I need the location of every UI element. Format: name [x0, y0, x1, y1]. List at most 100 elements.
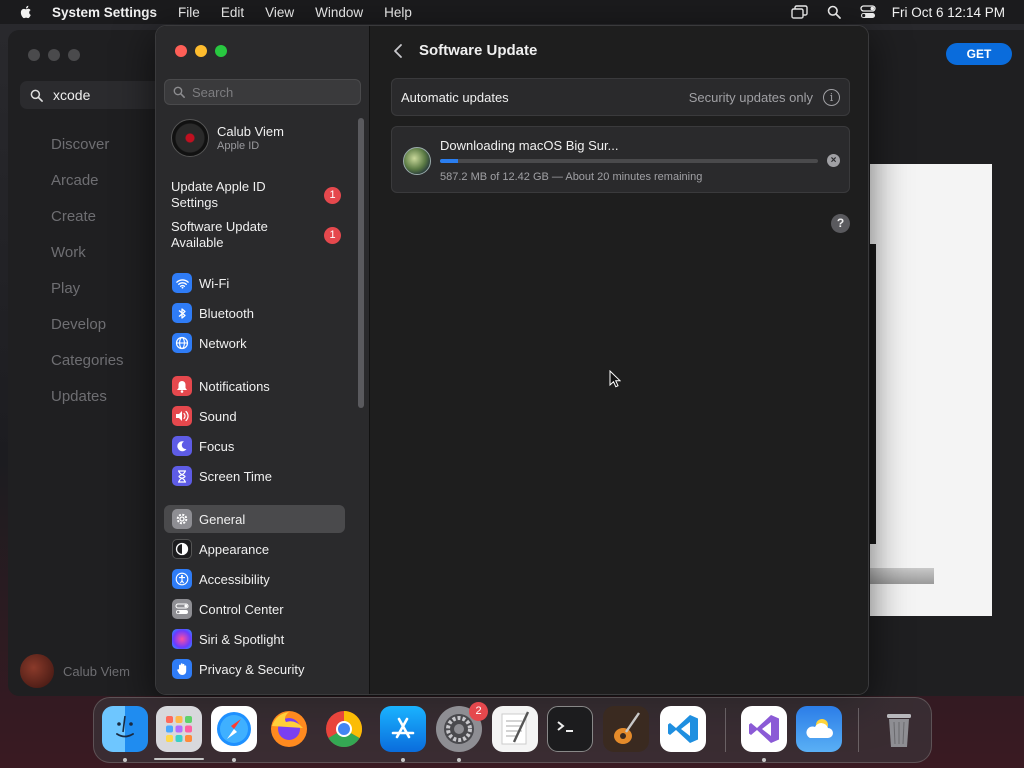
menu-bar-clock[interactable]: Fri Oct 6 12:14 PM: [892, 5, 1005, 20]
sidebar-item-wifi[interactable]: Wi-Fi: [164, 269, 345, 297]
settings-sidebar: Calub Viem Apple ID Update Apple ID Sett…: [156, 26, 370, 694]
app-store-nav-work[interactable]: Work: [51, 242, 124, 278]
cancel-download-icon[interactable]: ×: [827, 154, 840, 167]
sidebar-item-label: Accessibility: [199, 571, 270, 587]
update-apple-id-settings-item[interactable]: Update Apple ID Settings 1: [171, 179, 341, 211]
page-title: Software Update: [419, 42, 538, 59]
control-center-menu-icon[interactable]: [858, 4, 878, 20]
dock-garageband[interactable]: [603, 706, 649, 752]
dock-chrome[interactable]: [321, 706, 367, 752]
sidebar-item-siri-spotlight[interactable]: Siri & Spotlight: [164, 625, 345, 653]
notification-badge: 1: [324, 186, 341, 204]
menu-file[interactable]: File: [178, 5, 200, 20]
dock-firefox[interactable]: [266, 706, 312, 752]
sidebar-item-sound[interactable]: Sound: [164, 402, 345, 430]
dock-weather[interactable]: [796, 706, 842, 752]
sidebar-item-control-center[interactable]: Control Center: [164, 595, 345, 623]
sidebar-item-screen-time[interactable]: Screen Time: [164, 462, 345, 490]
macos-big-sur-icon: [403, 147, 431, 175]
inactive-zoom-button[interactable]: [68, 49, 80, 61]
sidebar-item-bluetooth[interactable]: Bluetooth: [164, 299, 345, 327]
app-store-sidebar: Discover Arcade Create Work Play Develop…: [51, 134, 124, 422]
dock-safari[interactable]: [211, 706, 257, 752]
trash-icon: [887, 714, 911, 747]
sidebar-item-appearance[interactable]: Appearance: [164, 535, 345, 563]
menu-help[interactable]: Help: [384, 5, 412, 20]
app-preview-image: [870, 164, 992, 616]
accessibility-icon: [172, 569, 192, 589]
running-indicator: [123, 758, 127, 762]
app-store-nav-develop[interactable]: Develop: [51, 314, 124, 350]
dock-visual-studio[interactable]: [741, 706, 787, 752]
search-icon: [173, 86, 185, 98]
apple-menu-icon[interactable]: [18, 4, 34, 20]
search-icon: [30, 89, 43, 102]
appearance-icon: [172, 539, 192, 559]
sidebar-search-input[interactable]: [192, 84, 342, 100]
sidebar-item-label: Bluetooth: [199, 305, 254, 321]
wifi-icon: [172, 273, 192, 293]
finder-icon: [116, 715, 134, 738]
dock-terminal[interactable]: [547, 706, 593, 752]
software-update-pane: Software Update Automatic updates Securi…: [371, 26, 868, 694]
weather-icon: [806, 719, 833, 738]
sidebar-search[interactable]: [164, 79, 361, 105]
dock-textedit[interactable]: [492, 706, 538, 752]
dock-app-store[interactable]: [380, 706, 426, 752]
screen-mirroring-icon[interactable]: [790, 4, 810, 20]
sidebar-item-accessibility[interactable]: Accessibility: [164, 565, 345, 593]
app-store-user-name: Calub Viem: [63, 663, 130, 679]
help-button[interactable]: ?: [831, 214, 850, 233]
globe-icon: [172, 333, 192, 353]
menu-edit[interactable]: Edit: [221, 5, 244, 20]
account-name: Calub Viem: [217, 124, 284, 139]
sidebar-scrollbar[interactable]: [358, 118, 364, 408]
vscode-icon: [668, 715, 698, 743]
active-indicator: [154, 758, 204, 760]
zoom-button[interactable]: [215, 45, 227, 57]
app-store-nav-discover[interactable]: Discover: [51, 134, 124, 170]
inactive-minimize-button[interactable]: [48, 49, 60, 61]
traffic-lights: [175, 45, 227, 57]
sidebar-item-label: Siri & Spotlight: [199, 631, 285, 647]
sidebar-item-focus[interactable]: Focus: [164, 432, 345, 460]
menu-window[interactable]: Window: [315, 5, 363, 20]
minimize-button[interactable]: [195, 45, 207, 57]
sidebar-item-network[interactable]: Network: [164, 329, 345, 357]
app-store-nav-create[interactable]: Create: [51, 206, 124, 242]
sidebar-item-privacy-security[interactable]: Privacy & Security: [164, 655, 345, 683]
software-update-available-item[interactable]: Software Update Available 1: [171, 219, 341, 251]
dock-finder[interactable]: [102, 706, 148, 752]
visual-studio-icon: [749, 715, 779, 743]
notice-label: Software Update Available: [171, 219, 268, 250]
mouse-pointer-icon: [609, 370, 621, 388]
dock-launchpad[interactable]: [156, 706, 202, 752]
app-store-search-field[interactable]: xcode: [20, 81, 170, 109]
sidebar-item-label: Appearance: [199, 541, 270, 557]
automatic-updates-row: Automatic updates Security updates only …: [391, 78, 850, 116]
dock-separator: [858, 708, 859, 752]
system-settings-badge: 2: [469, 702, 488, 721]
inactive-close-button[interactable]: [28, 49, 40, 61]
download-progress-bar: [440, 159, 818, 163]
app-menu[interactable]: System Settings: [52, 5, 157, 20]
app-store-account[interactable]: Calub Viem: [20, 654, 130, 688]
sidebar-item-label: Wi-Fi: [199, 275, 230, 291]
apple-id-account[interactable]: Calub Viem Apple ID: [171, 119, 284, 157]
app-store-nav-updates[interactable]: Updates: [51, 386, 124, 422]
menu-view[interactable]: View: [265, 5, 294, 20]
back-chevron-icon[interactable]: [391, 42, 405, 60]
dock-vscode[interactable]: [660, 706, 706, 752]
sidebar-item-general[interactable]: General: [164, 505, 345, 533]
info-icon[interactable]: i: [823, 88, 840, 106]
app-store-nav-categories[interactable]: Categories: [51, 350, 124, 386]
spotlight-search-icon[interactable]: [824, 4, 844, 20]
bluetooth-icon: [172, 303, 192, 323]
app-store-nav-play[interactable]: Play: [51, 278, 124, 314]
sidebar-item-notifications[interactable]: Notifications: [164, 372, 345, 400]
app-store-traffic-lights: [28, 49, 80, 61]
close-button[interactable]: [175, 45, 187, 57]
get-button[interactable]: GET: [946, 43, 1012, 65]
app-store-nav-arcade[interactable]: Arcade: [51, 170, 124, 206]
dock-trash[interactable]: [876, 706, 922, 752]
